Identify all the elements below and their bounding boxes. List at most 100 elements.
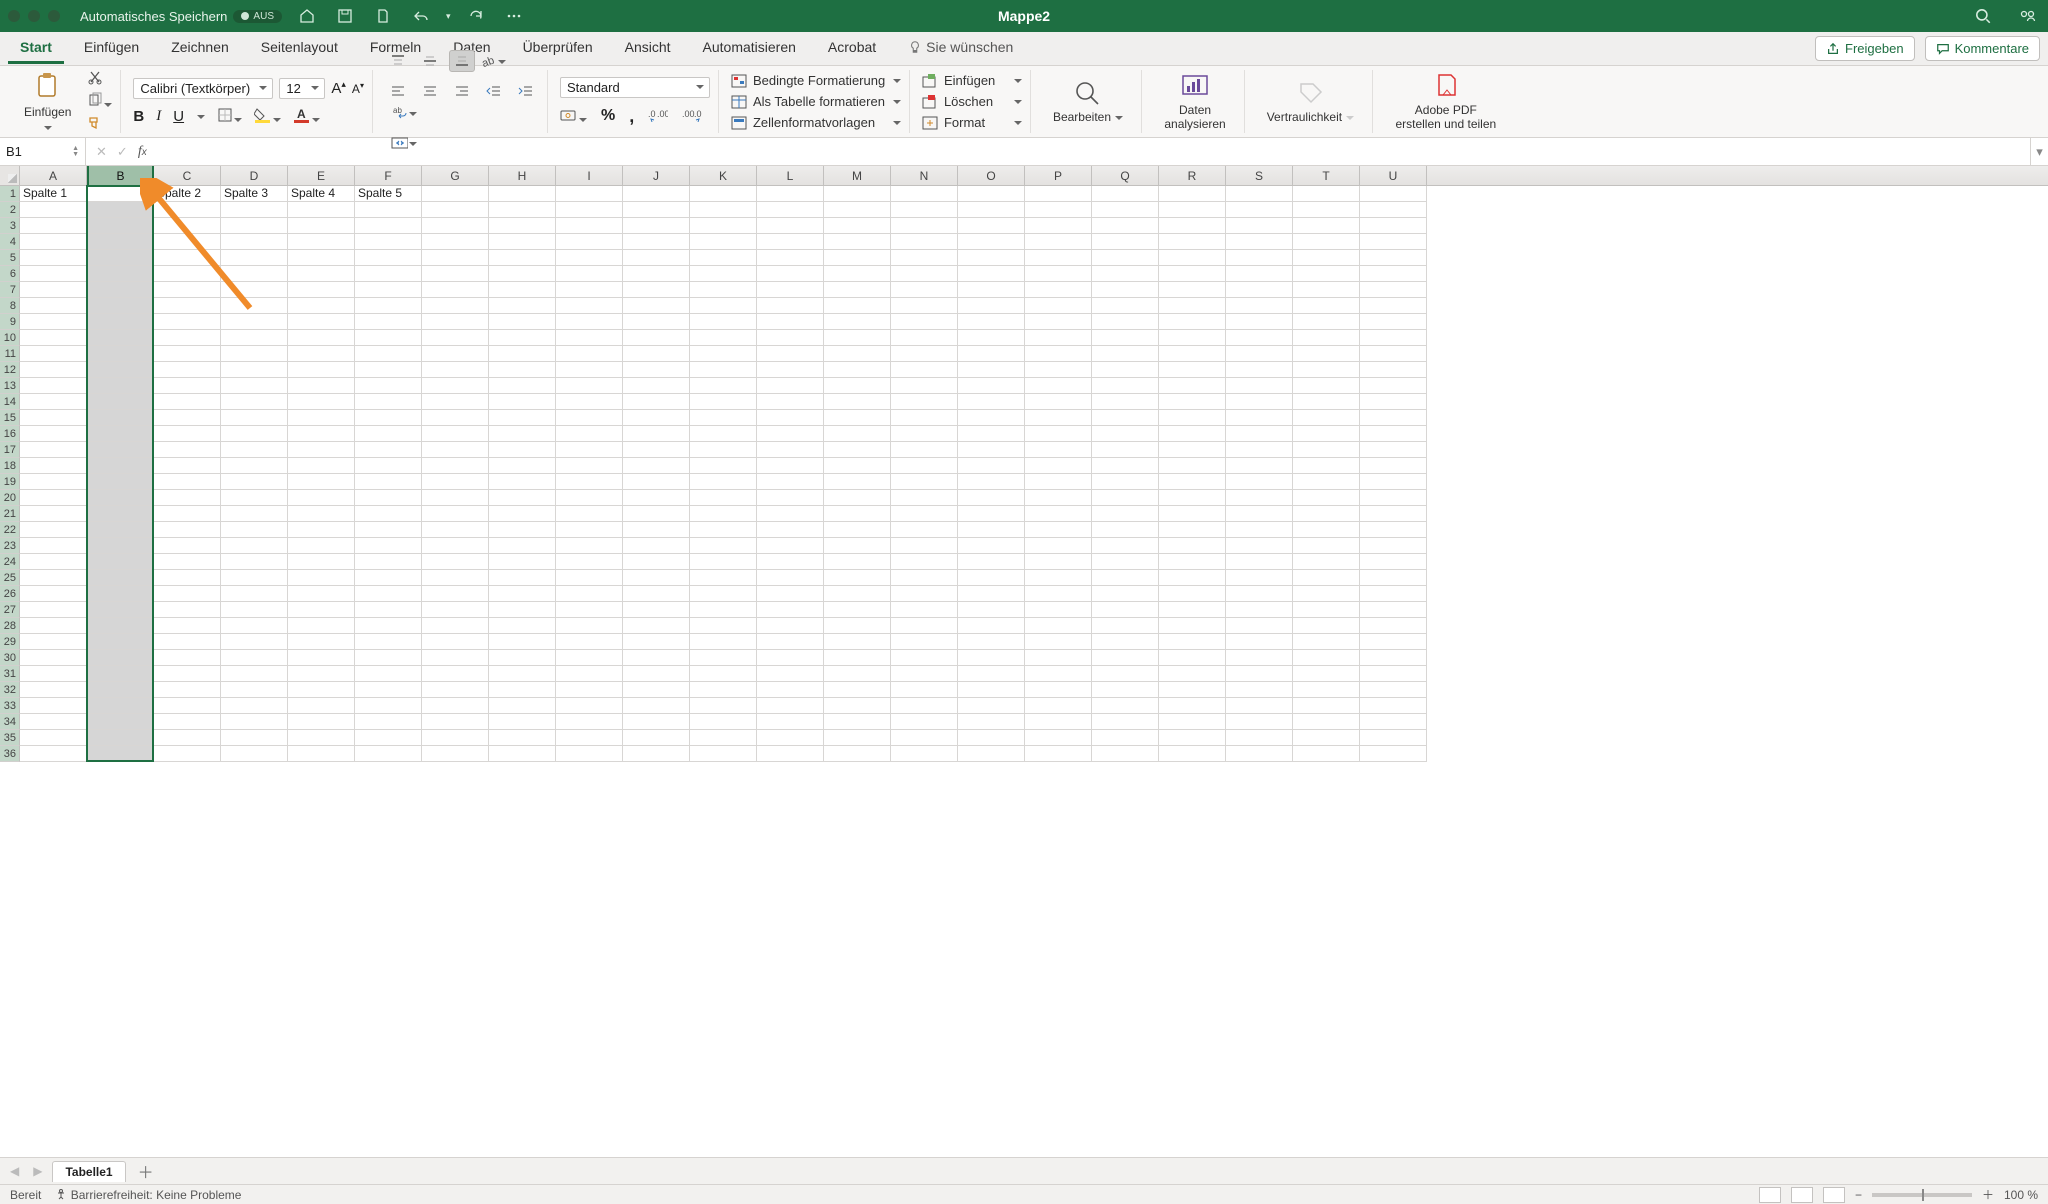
maximize-window-icon[interactable]: [48, 10, 60, 22]
cell[interactable]: [355, 474, 422, 490]
cell[interactable]: [757, 554, 824, 570]
cell[interactable]: [288, 714, 355, 730]
cell[interactable]: [355, 266, 422, 282]
cell[interactable]: [489, 586, 556, 602]
cell[interactable]: [1159, 458, 1226, 474]
cell[interactable]: [623, 538, 690, 554]
cell[interactable]: [824, 586, 891, 602]
cell[interactable]: [1360, 442, 1427, 458]
cell[interactable]: [1360, 202, 1427, 218]
cell[interactable]: [623, 378, 690, 394]
cell[interactable]: [556, 618, 623, 634]
cell[interactable]: [355, 698, 422, 714]
cell[interactable]: [690, 218, 757, 234]
format-cells-button[interactable]: Format: [922, 114, 1022, 131]
cell[interactable]: [422, 746, 489, 762]
cell[interactable]: [489, 202, 556, 218]
cell[interactable]: [1360, 330, 1427, 346]
cell[interactable]: [489, 570, 556, 586]
cell[interactable]: [1092, 586, 1159, 602]
cell[interactable]: [20, 650, 87, 666]
cell[interactable]: [690, 730, 757, 746]
cell[interactable]: [355, 586, 422, 602]
cell[interactable]: [1293, 474, 1360, 490]
cell[interactable]: [1159, 538, 1226, 554]
cell[interactable]: [690, 682, 757, 698]
underline-dropdown[interactable]: [197, 115, 205, 123]
cell[interactable]: [824, 650, 891, 666]
cell[interactable]: [489, 554, 556, 570]
cell[interactable]: [891, 346, 958, 362]
view-page-break-icon[interactable]: [1823, 1187, 1845, 1203]
cell[interactable]: [1293, 714, 1360, 730]
cell[interactable]: [221, 458, 288, 474]
cell[interactable]: [556, 634, 623, 650]
cell[interactable]: [221, 506, 288, 522]
cell[interactable]: [154, 410, 221, 426]
cell[interactable]: [422, 586, 489, 602]
cell[interactable]: [20, 442, 87, 458]
cell[interactable]: [623, 586, 690, 602]
column-header[interactable]: D: [221, 166, 288, 185]
cell[interactable]: [355, 458, 422, 474]
cell[interactable]: [757, 570, 824, 586]
cell[interactable]: [623, 234, 690, 250]
cell[interactable]: [556, 410, 623, 426]
row-header[interactable]: 13: [0, 378, 20, 394]
cell[interactable]: [221, 698, 288, 714]
column-header[interactable]: C: [154, 166, 221, 185]
cell[interactable]: [1025, 666, 1092, 682]
cell[interactable]: [757, 682, 824, 698]
cell[interactable]: [891, 186, 958, 202]
cell[interactable]: [824, 314, 891, 330]
cell[interactable]: [422, 346, 489, 362]
cell[interactable]: [1293, 538, 1360, 554]
cell[interactable]: [690, 378, 757, 394]
cell[interactable]: [1293, 554, 1360, 570]
cell[interactable]: [1092, 714, 1159, 730]
cell[interactable]: [1092, 730, 1159, 746]
cell[interactable]: [154, 730, 221, 746]
format-painter-icon[interactable]: [87, 115, 112, 134]
cell[interactable]: [489, 634, 556, 650]
cell[interactable]: [690, 234, 757, 250]
cell[interactable]: [1025, 378, 1092, 394]
cell[interactable]: [1159, 490, 1226, 506]
cell[interactable]: [1293, 698, 1360, 714]
cell[interactable]: [288, 650, 355, 666]
cell[interactable]: [489, 746, 556, 762]
cell[interactable]: [154, 586, 221, 602]
cell[interactable]: [1025, 746, 1092, 762]
cell[interactable]: [20, 378, 87, 394]
cell[interactable]: [623, 554, 690, 570]
cell[interactable]: [1159, 618, 1226, 634]
cell[interactable]: [891, 314, 958, 330]
cell[interactable]: [20, 522, 87, 538]
paste-button[interactable]: Einfügen: [14, 72, 81, 131]
cell[interactable]: [221, 714, 288, 730]
cell[interactable]: [489, 490, 556, 506]
cell[interactable]: [87, 634, 154, 650]
column-header[interactable]: B: [87, 166, 154, 185]
cell[interactable]: [1159, 362, 1226, 378]
cell[interactable]: [422, 202, 489, 218]
cell[interactable]: [1092, 650, 1159, 666]
cell[interactable]: [489, 250, 556, 266]
cell[interactable]: [288, 698, 355, 714]
cell[interactable]: [154, 698, 221, 714]
cell[interactable]: [87, 490, 154, 506]
cell[interactable]: [154, 634, 221, 650]
cell[interactable]: [757, 746, 824, 762]
cell[interactable]: [824, 538, 891, 554]
cell[interactable]: [355, 330, 422, 346]
cell[interactable]: [891, 426, 958, 442]
cell[interactable]: [958, 506, 1025, 522]
cell[interactable]: [1159, 186, 1226, 202]
cell[interactable]: [422, 666, 489, 682]
sheet-nav-next[interactable]: ▶: [29, 1164, 46, 1178]
cell[interactable]: [824, 618, 891, 634]
row-header[interactable]: 12: [0, 362, 20, 378]
cell[interactable]: [1293, 442, 1360, 458]
cell[interactable]: [690, 698, 757, 714]
cell[interactable]: [1025, 426, 1092, 442]
